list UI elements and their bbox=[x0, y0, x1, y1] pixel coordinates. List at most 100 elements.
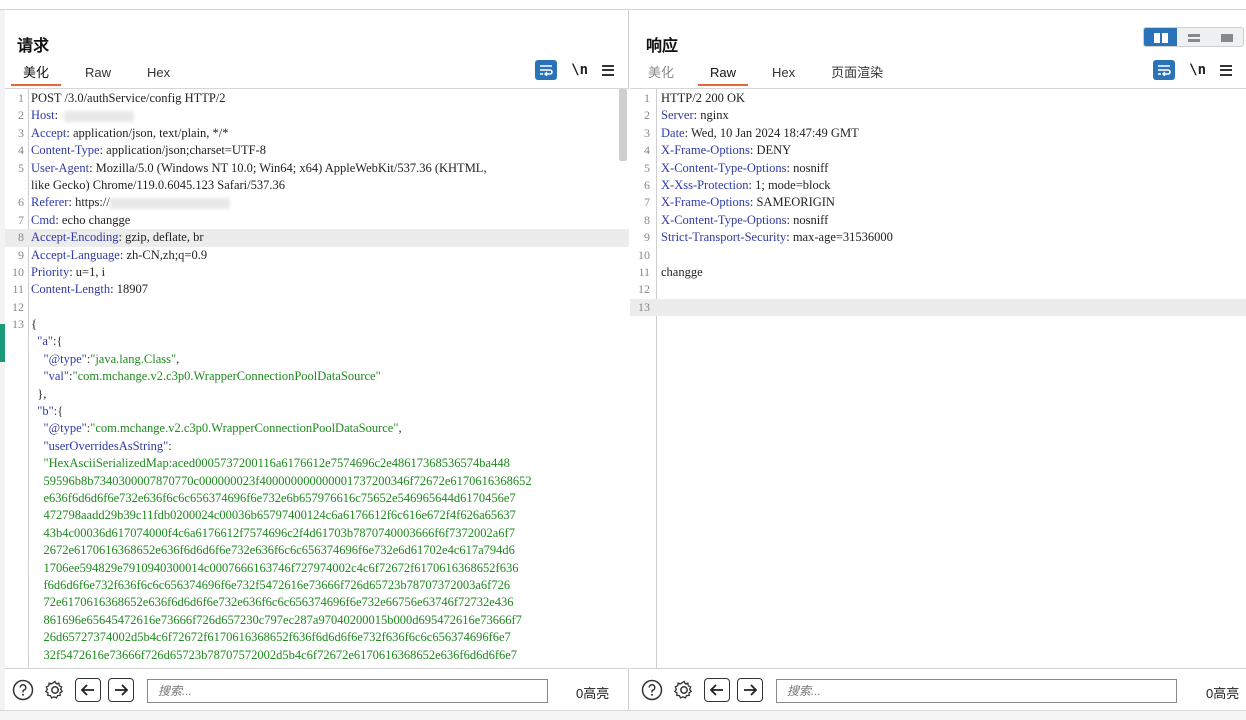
json-punct: :{ bbox=[53, 334, 63, 349]
line-text: "@type":"java.lang.Class", bbox=[31, 351, 180, 368]
header-name: User-Agent bbox=[31, 160, 90, 175]
header-value: : nosniff bbox=[786, 160, 829, 175]
line-number: 12 bbox=[638, 282, 650, 297]
json-key: "val" bbox=[43, 369, 69, 384]
request-search-input[interactable] bbox=[147, 679, 548, 703]
next-match-button[interactable] bbox=[108, 678, 134, 702]
code-line: 9 Accept-Language: zh-CN,zh;q=0.9 bbox=[5, 247, 629, 264]
header-name: Cmd bbox=[31, 212, 56, 227]
tab-hex[interactable]: Hex bbox=[754, 62, 813, 86]
response-editor[interactable]: 1 HTTP/2 200 OK 2 Server: nginx 3 Date: Wed, … bbox=[630, 88, 1246, 668]
plain-text: like Gecko) Chrome/119.0.6045.123 Safari… bbox=[31, 177, 286, 192]
line-text: 26d65727374002d5b4c6f72672f6170616368652… bbox=[31, 629, 511, 646]
tab-美化[interactable]: 美化 bbox=[5, 62, 67, 86]
header-name: Content-Type bbox=[31, 143, 100, 158]
code-line: 10 bbox=[630, 247, 1246, 264]
header-name: Date bbox=[661, 125, 685, 140]
code-line: f6d6d6f6e732f636f6c6c656374696f6e732f547… bbox=[5, 577, 629, 594]
header-value: : nginx bbox=[693, 108, 729, 123]
header-name: X-Xss-Protection bbox=[661, 177, 749, 192]
header-name: Priority bbox=[31, 264, 70, 279]
code-line: 26d65727374002d5b4c6f72672f6170616368652… bbox=[5, 629, 629, 646]
request-editor[interactable]: 1 POST /3.0/authService/config HTTP/2 2 Hos… bbox=[5, 88, 629, 668]
wrap-lines-icon bbox=[540, 65, 553, 76]
response-menu-icon[interactable] bbox=[1220, 64, 1232, 76]
code-line: 12 bbox=[5, 299, 629, 316]
line-number: 5 bbox=[18, 160, 24, 175]
code-line: "@type":"java.lang.Class", bbox=[5, 351, 629, 368]
json-string: 32f5472616e73666f726d65723b78707572002d5… bbox=[43, 647, 518, 662]
line-number: 11 bbox=[12, 282, 24, 297]
line-text: changge bbox=[661, 264, 703, 281]
header-value: : gzip, deflate, br bbox=[118, 230, 204, 245]
json-string: 472798aadd29b39c11fdb0200024c00036b65797… bbox=[43, 508, 516, 523]
tab-raw[interactable]: Raw bbox=[67, 62, 129, 86]
code-line: 13 { bbox=[5, 316, 629, 333]
header-name: Server bbox=[661, 108, 694, 123]
json-key: "a" bbox=[37, 334, 54, 349]
help-icon[interactable] bbox=[11, 678, 35, 702]
json-string: "HexAsciiSerializedMap:aced0005737200116… bbox=[43, 456, 510, 471]
line-text: X-Frame-Options: SAMEORIGIN bbox=[661, 194, 835, 211]
line-text: "userOverridesAsString": bbox=[31, 438, 172, 455]
line-text: 32f5472616e73666f726d65723b78707572002d5… bbox=[31, 647, 518, 664]
code-line: 1706ee594829e7910940300014c0007666163746… bbox=[5, 560, 629, 577]
line-text: "a":{ bbox=[31, 333, 63, 350]
layout-toggle bbox=[1143, 27, 1244, 47]
next-match-button[interactable] bbox=[737, 678, 763, 702]
code-line: "userOverridesAsString": bbox=[5, 438, 629, 455]
line-number: 12 bbox=[12, 299, 24, 314]
request-highlight-count: 0高亮 bbox=[576, 686, 610, 701]
burp-repeater-window: 请求 美化 Raw Hex \n 1 POST /3.0/authService/co… bbox=[0, 0, 1246, 720]
line-text: 472798aadd29b39c11fdb0200024c00036b65797… bbox=[31, 507, 516, 524]
tab-页面渲染[interactable]: 页面渲染 bbox=[813, 62, 901, 86]
header-name: X-Content-Type-Options bbox=[661, 160, 787, 175]
response-search-input[interactable] bbox=[776, 679, 1177, 703]
split-rows-button[interactable] bbox=[1177, 28, 1210, 46]
single-pane-button[interactable] bbox=[1210, 28, 1243, 46]
redacted-value bbox=[64, 111, 135, 123]
code-line: 5 X-Content-Type-Options: nosniff bbox=[630, 160, 1246, 177]
split-columns-button[interactable] bbox=[1144, 28, 1177, 46]
code-line: e636f6d6d6f6e732e636f6c6c656374696f6e732… bbox=[5, 490, 629, 507]
show-newlines-button[interactable]: \n bbox=[1189, 62, 1206, 78]
code-line: "a":{ bbox=[5, 333, 629, 350]
header-value: : https:// bbox=[68, 195, 110, 210]
code-line: 4 X-Frame-Options: DENY bbox=[630, 142, 1246, 159]
response-title: 响应 bbox=[646, 38, 679, 55]
line-text: e636f6d6d6f6e732e636f6c6c656374696f6e732… bbox=[31, 490, 516, 507]
tab-hex[interactable]: Hex bbox=[129, 62, 188, 86]
plain-text: HTTP/2 200 OK bbox=[661, 91, 746, 105]
header-value: : Mozilla/5.0 (Windows NT 10.0; Win64; x… bbox=[89, 160, 487, 175]
line-text: f6d6d6f6e732f636f6c6c656374696f6e732f547… bbox=[31, 577, 511, 594]
previous-match-button[interactable] bbox=[75, 678, 101, 702]
wrap-lines-button[interactable] bbox=[1153, 60, 1176, 80]
json-string: 2672e6170616368652e636f6d6d6f6e732e636f6… bbox=[43, 543, 515, 558]
line-number: 9 bbox=[18, 247, 24, 262]
show-newlines-button[interactable]: \n bbox=[571, 62, 588, 78]
settings-gear-icon[interactable] bbox=[43, 678, 67, 702]
header-value: : u=1, i bbox=[69, 264, 106, 279]
line-number: 6 bbox=[18, 195, 24, 210]
request-search-bar: 0高亮 bbox=[5, 668, 628, 710]
tab-raw[interactable]: Raw bbox=[692, 62, 754, 86]
response-toolbar: \n bbox=[1153, 60, 1232, 80]
header-name: X-Frame-Options bbox=[661, 195, 750, 210]
previous-match-button[interactable] bbox=[704, 678, 730, 702]
request-menu-icon[interactable] bbox=[602, 64, 614, 76]
line-number: 1 bbox=[18, 91, 24, 105]
json-key: "@type" bbox=[43, 421, 87, 436]
wrap-lines-button[interactable] bbox=[535, 60, 558, 80]
line-number: 4 bbox=[18, 143, 24, 158]
code-line: 2 Host: bbox=[5, 107, 629, 124]
line-number: 2 bbox=[18, 108, 24, 123]
request-scrollbar[interactable] bbox=[619, 89, 627, 161]
line-text: "b":{ bbox=[31, 403, 63, 420]
help-icon[interactable] bbox=[640, 678, 664, 702]
settings-gear-icon[interactable] bbox=[672, 678, 696, 702]
line-number: 4 bbox=[644, 143, 650, 158]
